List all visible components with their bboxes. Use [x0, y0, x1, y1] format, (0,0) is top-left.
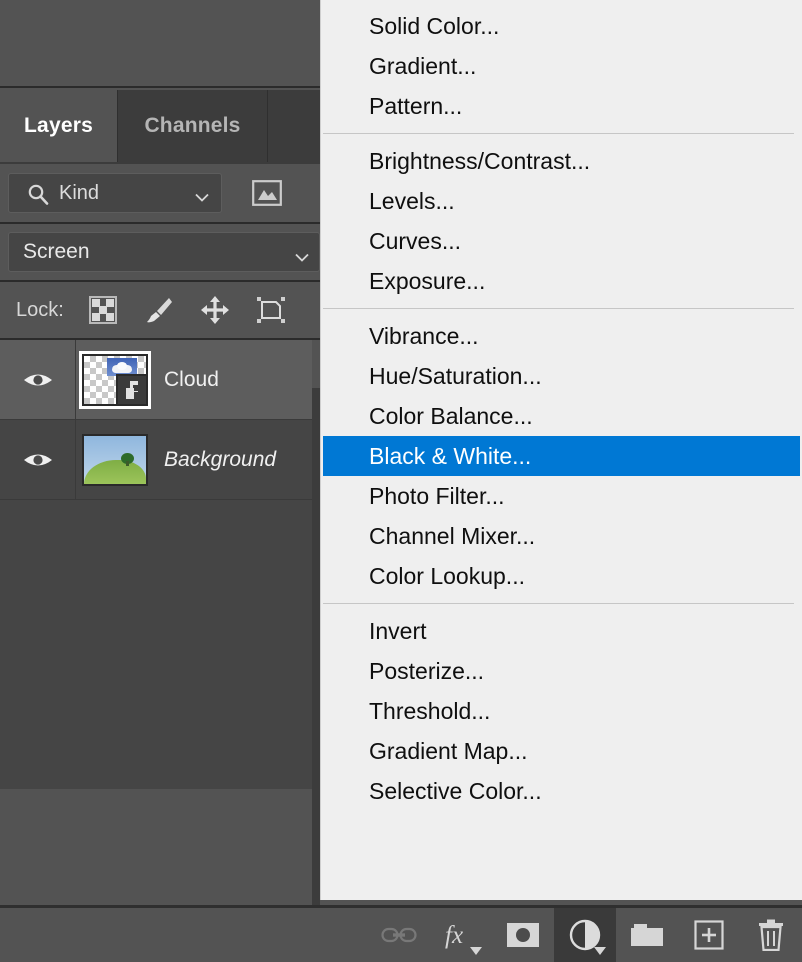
- layer-style-button[interactable]: fx: [430, 908, 492, 962]
- adjustment-layer-menu: Solid Color... Gradient... Pattern... Br…: [320, 0, 802, 900]
- menu-item-color-lookup[interactable]: Color Lookup...: [321, 556, 802, 596]
- tab-overflow[interactable]: [268, 90, 320, 162]
- menu-item-pattern[interactable]: Pattern...: [321, 86, 802, 126]
- menu-item-gradient[interactable]: Gradient...: [321, 46, 802, 86]
- menu-item-threshold[interactable]: Threshold...: [321, 691, 802, 731]
- search-icon: [27, 183, 49, 205]
- chevron-down-icon: [195, 189, 209, 202]
- filter-kind-label: Kind: [59, 181, 100, 204]
- chevron-down-icon: [295, 249, 309, 262]
- menu-item-brightness-contrast[interactable]: Brightness/Contrast...: [321, 141, 802, 181]
- menu-separator: [323, 133, 794, 134]
- lock-label: Lock:: [16, 298, 64, 321]
- layer-mask-button[interactable]: [492, 908, 554, 962]
- fx-icon: fx: [444, 920, 478, 950]
- chevron-down-icon: [470, 947, 482, 955]
- menu-item-photo-filter[interactable]: Photo Filter...: [321, 476, 802, 516]
- menu-item-invert[interactable]: Invert: [321, 611, 802, 651]
- blend-mode-dropdown[interactable]: Screen: [8, 232, 320, 272]
- layers-panel: Layers Channels Kind Screen Lock: Cloud …: [0, 0, 320, 962]
- menu-item-gradient-map[interactable]: Gradient Map...: [321, 731, 802, 771]
- menu-item-hue-saturation[interactable]: Hue/Saturation...: [321, 356, 802, 396]
- layer-filter-row: Kind: [0, 164, 320, 224]
- tab-channels[interactable]: Channels: [118, 90, 268, 162]
- trash-icon: [757, 919, 785, 951]
- chevron-down-icon: [594, 947, 606, 955]
- layers-panel-footer: fx: [0, 905, 802, 962]
- menu-item-channel-mixer[interactable]: Channel Mixer...: [321, 516, 802, 556]
- tab-layers-label: Layers: [24, 114, 93, 137]
- filter-kind-dropdown[interactable]: Kind: [8, 173, 222, 213]
- svg-text:fx: fx: [445, 922, 463, 949]
- artboard-icon[interactable]: [256, 295, 286, 325]
- tab-layers[interactable]: Layers: [0, 90, 118, 162]
- table-row[interactable]: Cloud: [0, 339, 312, 420]
- panel-top-area: [0, 0, 320, 88]
- new-layer-icon: [694, 920, 724, 950]
- eye-icon: [23, 369, 53, 391]
- layer-mask-icon: [506, 922, 540, 948]
- new-layer-button[interactable]: [678, 908, 740, 962]
- folder-icon: [630, 922, 664, 948]
- table-row[interactable]: Background: [0, 419, 312, 500]
- layer-visibility-toggle[interactable]: [0, 339, 76, 420]
- layer-list-empty-area: [0, 500, 312, 789]
- menu-item-curves[interactable]: Curves...: [321, 221, 802, 261]
- layer-name: Background: [164, 447, 277, 471]
- move-arrows-icon[interactable]: [200, 295, 230, 325]
- menu-item-black-and-white[interactable]: Black & White...: [323, 436, 800, 476]
- delete-layer-button[interactable]: [740, 908, 802, 962]
- menu-item-color-balance[interactable]: Color Balance...: [321, 396, 802, 436]
- image-icon[interactable]: [252, 180, 282, 206]
- menu-item-posterize[interactable]: Posterize...: [321, 651, 802, 691]
- brush-icon[interactable]: [144, 295, 174, 325]
- smart-object-badge-icon: [116, 373, 148, 406]
- menu-item-levels[interactable]: Levels...: [321, 181, 802, 221]
- menu-item-solid-color[interactable]: Solid Color...: [321, 6, 802, 46]
- layer-thumbnail-cell[interactable]: [76, 350, 154, 409]
- layer-thumbnail-background: [82, 433, 148, 486]
- menu-item-exposure[interactable]: Exposure...: [321, 261, 802, 301]
- layer-list: Cloud Background: [0, 339, 320, 789]
- link-icon: [381, 924, 417, 946]
- tab-channels-label: Channels: [144, 114, 241, 137]
- menu-item-selective-color[interactable]: Selective Color...: [321, 771, 802, 811]
- transparency-checkerboard-icon[interactable]: [88, 295, 118, 325]
- layer-name: Cloud: [164, 367, 219, 391]
- menu-item-vibrance[interactable]: Vibrance...: [321, 316, 802, 356]
- lock-row: Lock:: [0, 282, 320, 340]
- layer-thumbnail-cell[interactable]: [76, 433, 154, 486]
- eye-icon: [23, 449, 53, 471]
- layer-list-scrollbar[interactable]: [312, 388, 320, 905]
- layer-visibility-toggle[interactable]: [0, 419, 76, 500]
- blend-mode-row: Screen: [0, 224, 320, 282]
- blend-mode-value: Screen: [23, 240, 90, 263]
- menu-separator: [323, 308, 794, 309]
- new-group-button[interactable]: [616, 908, 678, 962]
- panel-tab-bar: Layers Channels: [0, 90, 320, 164]
- layers-panel-body: Kind Screen Lock: Cloud Background: [0, 164, 320, 905]
- menu-separator: [323, 603, 794, 604]
- link-layers-button[interactable]: [368, 908, 430, 962]
- adjustment-layer-button[interactable]: [554, 908, 616, 962]
- layer-thumbnail-cloud: [79, 350, 151, 409]
